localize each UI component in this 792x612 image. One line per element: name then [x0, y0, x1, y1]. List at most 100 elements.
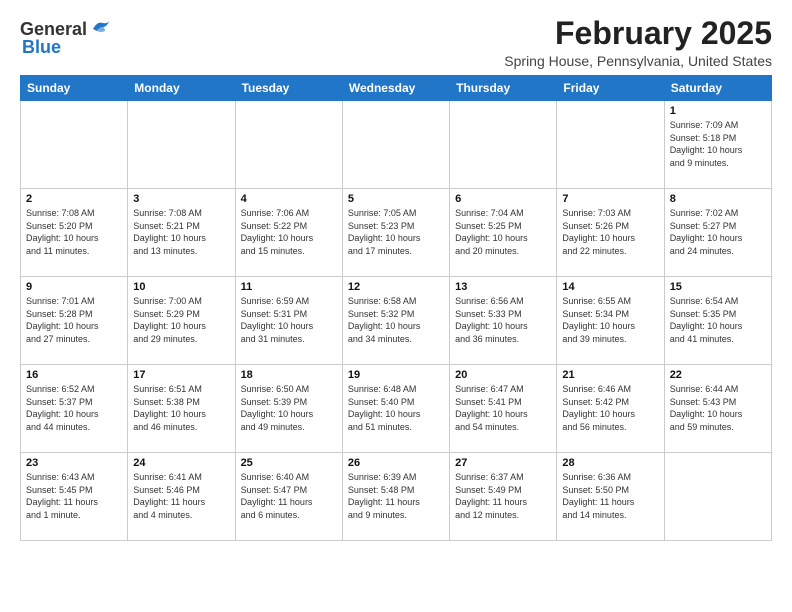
day-number: 14	[562, 281, 658, 293]
day-info: Sunrise: 7:01 AM Sunset: 5:28 PM Dayligh…	[26, 295, 122, 345]
day-info: Sunrise: 7:08 AM Sunset: 5:20 PM Dayligh…	[26, 207, 122, 257]
calendar-cell-w4-d2: 17 Sunrise: 6:51 AM Sunset: 5:38 PM Dayli…	[128, 365, 235, 453]
calendar-cell-w3-d4: 12Sunrise: 6:58 AM Sunset: 5:32 PM Dayli…	[342, 277, 449, 365]
day-info: Sunrise: 6:39 AM Sunset: 5:48 PM Dayligh…	[348, 471, 444, 521]
day-number: 20	[455, 369, 551, 381]
day-info: Sunrise: 6:51 AM Sunset: 5:38 PM Dayligh…	[133, 383, 229, 433]
day-info: Sunrise: 6:56 AM Sunset: 5:33 PM Dayligh…	[455, 295, 551, 345]
calendar-cell-w5-d2: 24Sunrise: 6:41 AM Sunset: 5:46 PM Dayli…	[128, 453, 235, 541]
day-number: 17	[133, 369, 229, 381]
calendar-cell-w5-d7	[664, 453, 771, 541]
day-info: Sunrise: 6:58 AM Sunset: 5:32 PM Dayligh…	[348, 295, 444, 345]
day-info: Sunrise: 7:09 AM Sunset: 5:18 PM Dayligh…	[670, 119, 766, 169]
header-friday: Friday	[557, 76, 664, 101]
day-info: Sunrise: 6:36 AM Sunset: 5:50 PM Dayligh…	[562, 471, 658, 521]
calendar-cell-w1-d3	[235, 101, 342, 189]
calendar-header-row: Sunday Monday Tuesday Wednesday Thursday…	[21, 76, 772, 101]
day-number: 27	[455, 457, 551, 469]
day-number: 23	[26, 457, 122, 469]
calendar-cell-w2-d4: 5Sunrise: 7:05 AM Sunset: 5:23 PM Daylig…	[342, 189, 449, 277]
day-info: Sunrise: 7:00 AM Sunset: 5:29 PM Dayligh…	[133, 295, 229, 345]
header-saturday: Saturday	[664, 76, 771, 101]
day-number: 6	[455, 193, 551, 205]
title-area: February 2025 Spring House, Pennsylvania…	[504, 16, 772, 69]
calendar-cell-w4-d7: 22 Sunrise: 6:44 AM Sunset: 5:43 PM Dayli…	[664, 365, 771, 453]
calendar-cell-w2-d1: 2 Sunrise: 7:08 AM Sunset: 5:20 PM Daylig…	[21, 189, 128, 277]
calendar-cell-w5-d6: 28 Sunrise: 6:36 AM Sunset: 5:50 PM Dayli…	[557, 453, 664, 541]
calendar-week-5: 23 Sunrise: 6:43 AM Sunset: 5:45 PM Dayli…	[21, 453, 772, 541]
month-title: February 2025	[504, 16, 772, 51]
calendar-cell-w4-d4: 19 Sunrise: 6:48 AM Sunset: 5:40 PM Dayli…	[342, 365, 449, 453]
calendar-cell-w1-d4	[342, 101, 449, 189]
logo: General Blue	[20, 16, 111, 58]
calendar-cell-w2-d5: 6Sunrise: 7:04 AM Sunset: 5:25 PM Daylig…	[450, 189, 557, 277]
day-info: Sunrise: 6:47 AM Sunset: 5:41 PM Dayligh…	[455, 383, 551, 433]
calendar-cell-w4-d5: 20 Sunrise: 6:47 AM Sunset: 5:41 PM Dayli…	[450, 365, 557, 453]
header-tuesday: Tuesday	[235, 76, 342, 101]
calendar-cell-w4-d6: 21 Sunrise: 6:46 AM Sunset: 5:42 PM Dayli…	[557, 365, 664, 453]
header-monday: Monday	[128, 76, 235, 101]
calendar-cell-w4-d3: 18 Sunrise: 6:50 AM Sunset: 5:39 PM Dayli…	[235, 365, 342, 453]
day-number: 28	[562, 457, 658, 469]
day-number: 10	[133, 281, 229, 293]
day-number: 26	[348, 457, 444, 469]
header-wednesday: Wednesday	[342, 76, 449, 101]
calendar-cell-w3-d3: 11 Sunrise: 6:59 AM Sunset: 5:31 PM Dayli…	[235, 277, 342, 365]
calendar-cell-w2-d6: 7 Sunrise: 7:03 AM Sunset: 5:26 PM Daylig…	[557, 189, 664, 277]
calendar-cell-w2-d7: 8 Sunrise: 7:02 AM Sunset: 5:27 PM Daylig…	[664, 189, 771, 277]
calendar-cell-w3-d1: 9Sunrise: 7:01 AM Sunset: 5:28 PM Daylig…	[21, 277, 128, 365]
day-info: Sunrise: 6:48 AM Sunset: 5:40 PM Dayligh…	[348, 383, 444, 433]
calendar-cell-w5-d4: 26 Sunrise: 6:39 AM Sunset: 5:48 PM Dayli…	[342, 453, 449, 541]
calendar-cell-w1-d5	[450, 101, 557, 189]
calendar-week-1: 1 Sunrise: 7:09 AM Sunset: 5:18 PM Daylig…	[21, 101, 772, 189]
calendar-cell-w1-d7: 1 Sunrise: 7:09 AM Sunset: 5:18 PM Daylig…	[664, 101, 771, 189]
day-info: Sunrise: 6:54 AM Sunset: 5:35 PM Dayligh…	[670, 295, 766, 345]
day-number: 7	[562, 193, 658, 205]
calendar-cell-w2-d3: 4 Sunrise: 7:06 AM Sunset: 5:22 PM Daylig…	[235, 189, 342, 277]
day-info: Sunrise: 7:08 AM Sunset: 5:21 PM Dayligh…	[133, 207, 229, 257]
day-info: Sunrise: 6:44 AM Sunset: 5:43 PM Dayligh…	[670, 383, 766, 433]
day-number: 24	[133, 457, 229, 469]
calendar-cell-w5-d3: 25 Sunrise: 6:40 AM Sunset: 5:47 PM Dayli…	[235, 453, 342, 541]
calendar-week-3: 9Sunrise: 7:01 AM Sunset: 5:28 PM Daylig…	[21, 277, 772, 365]
calendar-cell-w3-d7: 15 Sunrise: 6:54 AM Sunset: 5:35 PM Dayli…	[664, 277, 771, 365]
day-info: Sunrise: 6:43 AM Sunset: 5:45 PM Dayligh…	[26, 471, 122, 521]
header-thursday: Thursday	[450, 76, 557, 101]
day-info: Sunrise: 6:59 AM Sunset: 5:31 PM Dayligh…	[241, 295, 337, 345]
day-info: Sunrise: 6:40 AM Sunset: 5:47 PM Dayligh…	[241, 471, 337, 521]
calendar-cell-w2-d2: 3 Sunrise: 7:08 AM Sunset: 5:21 PM Daylig…	[128, 189, 235, 277]
calendar-cell-w1-d2	[128, 101, 235, 189]
day-number: 25	[241, 457, 337, 469]
day-info: Sunrise: 7:03 AM Sunset: 5:26 PM Dayligh…	[562, 207, 658, 257]
day-number: 3	[133, 193, 229, 205]
day-number: 2	[26, 193, 122, 205]
day-number: 19	[348, 369, 444, 381]
day-number: 5	[348, 193, 444, 205]
calendar-cell-w1-d1	[21, 101, 128, 189]
day-info: Sunrise: 7:06 AM Sunset: 5:22 PM Dayligh…	[241, 207, 337, 257]
calendar-cell-w5-d5: 27 Sunrise: 6:37 AM Sunset: 5:49 PM Dayli…	[450, 453, 557, 541]
day-number: 16	[26, 369, 122, 381]
calendar-cell-w4-d1: 16Sunrise: 6:52 AM Sunset: 5:37 PM Dayli…	[21, 365, 128, 453]
day-number: 22	[670, 369, 766, 381]
day-number: 4	[241, 193, 337, 205]
calendar: Sunday Monday Tuesday Wednesday Thursday…	[20, 75, 772, 541]
day-number: 8	[670, 193, 766, 205]
day-number: 15	[670, 281, 766, 293]
calendar-cell-w3-d2: 10 Sunrise: 7:00 AM Sunset: 5:29 PM Dayli…	[128, 277, 235, 365]
day-number: 21	[562, 369, 658, 381]
calendar-week-4: 16Sunrise: 6:52 AM Sunset: 5:37 PM Dayli…	[21, 365, 772, 453]
day-number: 11	[241, 281, 337, 293]
day-info: Sunrise: 6:50 AM Sunset: 5:39 PM Dayligh…	[241, 383, 337, 433]
page: General Blue February 2025 Spring House,…	[0, 0, 792, 557]
day-info: Sunrise: 6:46 AM Sunset: 5:42 PM Dayligh…	[562, 383, 658, 433]
calendar-cell-w5-d1: 23 Sunrise: 6:43 AM Sunset: 5:45 PM Dayli…	[21, 453, 128, 541]
logo-blue: Blue	[22, 38, 61, 58]
calendar-week-2: 2 Sunrise: 7:08 AM Sunset: 5:20 PM Daylig…	[21, 189, 772, 277]
day-number: 18	[241, 369, 337, 381]
day-number: 13	[455, 281, 551, 293]
day-info: Sunrise: 7:02 AM Sunset: 5:27 PM Dayligh…	[670, 207, 766, 257]
header-sunday: Sunday	[21, 76, 128, 101]
day-info: Sunrise: 6:37 AM Sunset: 5:49 PM Dayligh…	[455, 471, 551, 521]
day-number: 1	[670, 105, 766, 117]
